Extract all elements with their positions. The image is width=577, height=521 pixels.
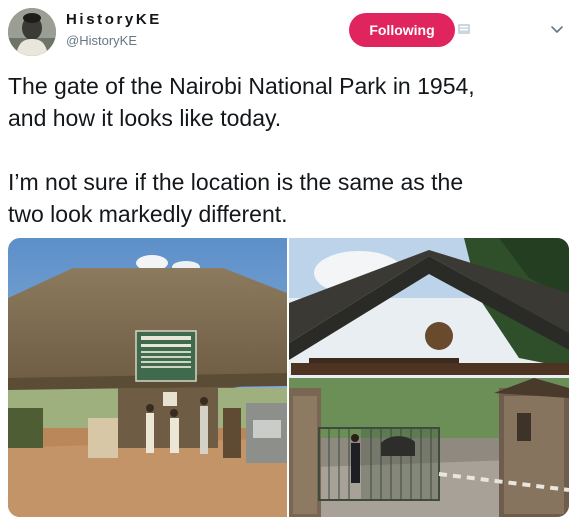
photo-gate-1954[interactable]	[8, 238, 287, 517]
following-button[interactable]: Following	[349, 13, 455, 47]
tweet-header: HistoryKE @HistoryKE Following	[0, 0, 577, 60]
author-name[interactable]: HistoryKE	[66, 11, 162, 28]
author-handle[interactable]: @HistoryKE	[66, 33, 137, 48]
author-avatar[interactable]	[8, 8, 56, 56]
avatar-portrait	[8, 8, 56, 56]
tweet-media[interactable]	[8, 238, 569, 517]
follow-side-icon	[458, 24, 470, 34]
chevron-down-icon[interactable]	[550, 22, 564, 36]
photo-gate-today[interactable]	[289, 238, 569, 517]
tweet-text: The gate of the Nairobi National Park in…	[8, 73, 475, 227]
